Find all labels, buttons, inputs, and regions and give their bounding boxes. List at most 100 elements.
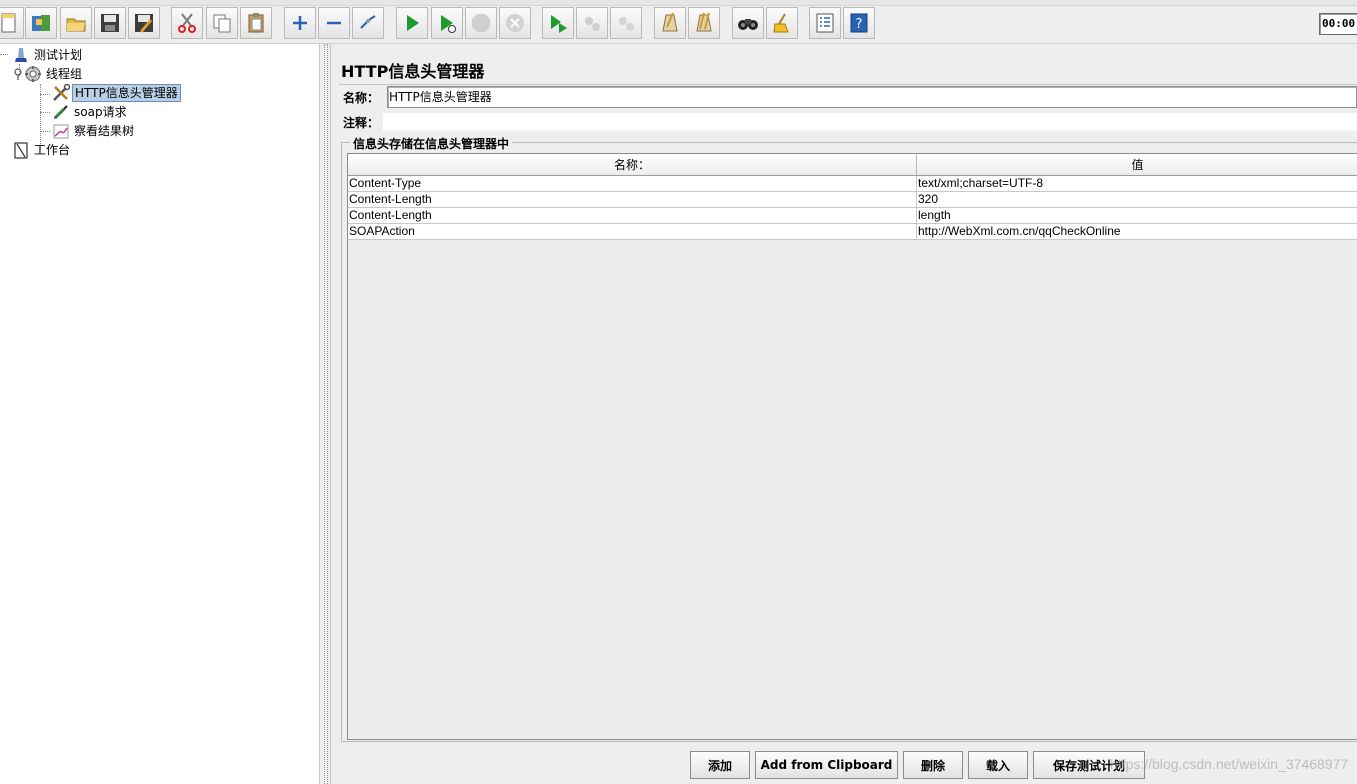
tree-node-thread-group[interactable]: 线程组 <box>12 65 84 83</box>
sampler-icon <box>52 103 70 121</box>
header-value-cell[interactable]: http://WebXml.com.cn/qqCheckOnline <box>917 224 1357 240</box>
watermark: https://blog.csdn.net/weixin_37468977 <box>1110 756 1349 772</box>
tree-node-label: 工作台 <box>34 143 71 157</box>
header-name-cell[interactable]: Content-Length <box>348 192 917 208</box>
shutdown-icon <box>506 14 524 32</box>
help-icon: ? <box>850 13 868 33</box>
new-button[interactable] <box>0 7 24 39</box>
tree-node-label: HTTP信息头管理器 <box>72 84 181 102</box>
column-header-value[interactable]: 值 <box>917 154 1357 176</box>
tree-node-label: 察看结果树 <box>74 124 135 138</box>
search-button[interactable] <box>732 7 764 39</box>
tree-connector <box>0 54 8 55</box>
save-as-icon <box>135 14 153 33</box>
tree-node-label: 测试计划 <box>34 48 83 62</box>
header-name-cell[interactable]: SOAPAction <box>348 224 917 240</box>
collapse-icon <box>327 21 341 25</box>
toggle-icon <box>360 15 376 29</box>
clear-all-icon <box>696 12 712 32</box>
menu-bar-edge <box>0 0 1357 6</box>
cut-icon <box>178 13 196 33</box>
clear-all-button[interactable] <box>688 7 720 39</box>
copy-button[interactable] <box>206 7 238 39</box>
tree-expand-handle-icon[interactable] <box>12 65 24 83</box>
search-icon <box>738 19 758 30</box>
tree-node-test-plan[interactable]: 测试计划 <box>12 46 84 64</box>
clear-icon <box>662 12 678 32</box>
name-field[interactable]: HTTP信息头管理器 <box>387 86 1357 108</box>
headers-table[interactable]: 名称： 值 Content-Type text/xml;charset=UTF-… <box>347 153 1357 740</box>
paste-icon <box>248 13 264 33</box>
workbench-icon <box>12 141 30 159</box>
start-icon <box>407 15 419 31</box>
help-button[interactable]: ? <box>843 7 875 39</box>
function-helper-button[interactable] <box>809 7 841 39</box>
collapse-button[interactable] <box>318 7 350 39</box>
comment-field[interactable] <box>383 113 1357 131</box>
templates-button[interactable] <box>25 7 57 39</box>
start-no-pause-icon <box>441 15 456 33</box>
toggle-button[interactable] <box>352 7 384 39</box>
header-manager-icon <box>52 84 70 102</box>
clear-button[interactable] <box>654 7 686 39</box>
new-icon <box>1 13 16 33</box>
save-button[interactable] <box>94 7 126 39</box>
results-tree-icon <box>52 122 70 140</box>
header-value-cell[interactable]: 320 <box>917 192 1357 208</box>
templates-icon <box>32 15 50 31</box>
table-row[interactable]: Content-Length 320 <box>348 192 1357 208</box>
group-title: 信息头存储在信息头管理器中 <box>350 135 513 152</box>
reset-search-icon <box>773 13 789 33</box>
name-label: 名称： <box>343 91 380 105</box>
tree-node-label: 线程组 <box>46 67 83 81</box>
open-icon <box>66 18 86 32</box>
page-title: HTTP信息头管理器 <box>341 62 485 81</box>
test-plan-tree: 测试计划 线程组 HTTP信息头管理器 soap请求 察看结果树 工作台 <box>0 44 319 784</box>
header-manager-panel: HTTP信息头管理器 名称： HTTP信息头管理器 注释： 信息头存储在信息头管… <box>331 44 1357 784</box>
remote-start-icon <box>551 15 567 33</box>
elapsed-timer: 00:00:0 <box>1319 13 1357 35</box>
add-from-clipboard-button[interactable]: Add from Clipboard <box>755 751 898 779</box>
tree-node-soap-request[interactable]: soap请求 <box>52 103 129 121</box>
delete-button[interactable]: 删除 <box>903 751 963 779</box>
header-name-cell[interactable]: Content-Length <box>348 208 917 224</box>
cut-button[interactable] <box>171 7 203 39</box>
header-value-cell[interactable]: text/xml;charset=UTF-8 <box>917 176 1357 192</box>
paste-button[interactable] <box>240 7 272 39</box>
stop-button[interactable] <box>465 7 497 39</box>
remote-stop-icon <box>585 17 600 31</box>
table-row[interactable]: SOAPAction http://WebXml.com.cn/qqCheckO… <box>348 224 1357 240</box>
header-name-cell[interactable]: Content-Type <box>348 176 917 192</box>
remote-start-button[interactable] <box>542 7 574 39</box>
shutdown-button[interactable] <box>499 7 531 39</box>
expand-button[interactable] <box>284 7 316 39</box>
add-button[interactable]: 添加 <box>690 751 750 779</box>
load-button[interactable]: 载入 <box>968 751 1028 779</box>
open-button[interactable] <box>60 7 92 39</box>
save-as-button[interactable] <box>128 7 160 39</box>
tree-connector <box>40 112 50 113</box>
copy-icon <box>213 14 231 33</box>
remote-shutdown-button[interactable] <box>610 7 642 39</box>
start-no-pause-button[interactable] <box>431 7 463 39</box>
header-value-cell[interactable]: length <box>917 208 1357 224</box>
tree-node-view-results-tree[interactable]: 察看结果树 <box>52 122 136 140</box>
column-header-name[interactable]: 名称： <box>348 154 917 176</box>
tree-node-label: soap请求 <box>74 105 127 119</box>
tree-connector <box>40 94 50 95</box>
reset-search-button[interactable] <box>766 7 798 39</box>
split-pane-divider[interactable] <box>319 44 331 784</box>
table-row[interactable]: Content-Length length <box>348 208 1357 224</box>
tree-node-workbench[interactable]: 工作台 <box>12 141 72 159</box>
function-helper-icon <box>816 13 834 33</box>
save-icon <box>101 14 119 32</box>
svg-text:?: ? <box>856 17 863 32</box>
toolbar: ? 00:00:0 <box>0 0 1357 44</box>
tree-connector <box>40 131 50 132</box>
start-button[interactable] <box>396 7 428 39</box>
tree-node-http-header-manager[interactable]: HTTP信息头管理器 <box>52 84 181 102</box>
thread-group-icon <box>24 65 42 83</box>
remote-stop-button[interactable] <box>576 7 608 39</box>
stop-icon <box>472 14 490 32</box>
table-row[interactable]: Content-Type text/xml;charset=UTF-8 <box>348 176 1357 192</box>
